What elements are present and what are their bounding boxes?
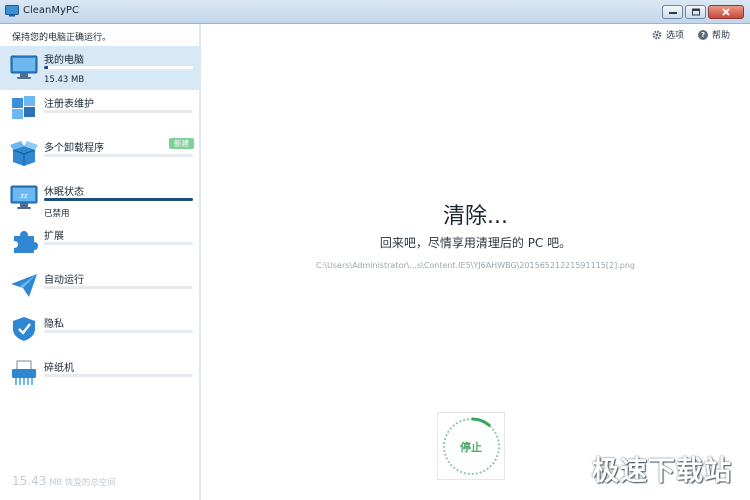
progress-bar <box>44 154 193 157</box>
options-link[interactable]: 选项 <box>652 28 684 41</box>
registry-blocks-icon <box>12 96 35 119</box>
svg-text:zz: zz <box>20 192 28 200</box>
progress-bar <box>44 242 193 245</box>
sidebar-item-label: 注册表维护 <box>44 99 94 110</box>
help-label: 帮助 <box>711 31 730 41</box>
app-logo-icon <box>5 5 19 17</box>
window-title: CleanMyPC <box>23 5 79 16</box>
space-recovered-label: MB 恢复的总空间 <box>49 478 116 488</box>
options-label: 选项 <box>665 31 684 41</box>
stop-button[interactable]: 停止 <box>437 412 505 480</box>
progress-bar <box>44 330 193 333</box>
space-recovered-amount: 15.43 <box>12 474 47 488</box>
sidebar-item-privacy[interactable]: 隐私 <box>0 310 200 354</box>
help-link[interactable]: ? 帮助 <box>697 28 730 41</box>
monitor-icon <box>10 55 38 79</box>
new-badge: 新建 <box>169 138 194 149</box>
help-icon: ? <box>697 29 708 40</box>
gear-icon <box>652 30 662 39</box>
title-bar: CleanMyPC <box>0 0 750 24</box>
sidebar-item-uninstaller[interactable]: 多个卸载程序 新建 <box>0 134 200 178</box>
sidebar-item-extensions[interactable]: 扩展 <box>0 222 200 266</box>
sidebar-item-size: 15.43 MB <box>44 75 85 85</box>
sidebar-item-label: 多个卸载程序 <box>44 143 104 154</box>
stop-button-label: 停止 <box>460 441 482 454</box>
progress-bar <box>44 198 193 201</box>
sidebar-item-label: 扩展 <box>44 231 64 242</box>
open-box-icon <box>10 141 38 166</box>
sleep-monitor-icon: zz <box>10 185 38 209</box>
main-panel: 选项 ? 帮助 清除... 回来吧，尽情享用清理后的 PC 吧。 C:\User… <box>201 24 750 500</box>
sidebar-item-registry[interactable]: 注册表维护 <box>0 90 200 134</box>
sidebar-item-my-computer[interactable]: 我的电脑 15.43 MB <box>0 46 200 90</box>
minimize-button[interactable] <box>662 5 683 19</box>
close-button[interactable] <box>708 5 744 19</box>
paper-plane-icon <box>11 274 37 297</box>
progress-bar <box>44 286 193 289</box>
minimize-icon <box>668 12 677 14</box>
shredder-icon <box>12 360 36 385</box>
current-file-path: C:\Users\Administrator\...s\Content.IE5\… <box>316 261 635 270</box>
sidebar-item-shredder[interactable]: 碎纸机 <box>0 354 200 398</box>
progress-bar <box>44 374 193 377</box>
maximize-icon <box>691 8 700 16</box>
sidebar: 保持您的电脑正确运行。 我的电脑 15.43 MB 注册表维护 多个卸载程序 新… <box>0 24 200 500</box>
sidebar-item-status: 已禁用 <box>44 209 70 219</box>
sidebar-item-label: 休眠状态 <box>44 187 84 198</box>
sidebar-item-autorun[interactable]: 自动运行 <box>0 266 200 310</box>
maximize-button[interactable] <box>685 5 706 19</box>
sidebar-item-label: 隐私 <box>44 319 64 330</box>
sidebar-tagline: 保持您的电脑正确运行。 <box>12 33 112 43</box>
close-icon <box>722 8 730 16</box>
progress-bar <box>44 66 193 69</box>
sidebar-item-label: 碎纸机 <box>44 363 74 374</box>
site-watermark: 极速下载站 <box>592 456 732 487</box>
sidebar-item-hibernation[interactable]: zz 休眠状态 已禁用 <box>0 178 200 222</box>
puzzle-icon <box>14 231 38 253</box>
page-subtitle: 回来吧，尽情享用清理后的 PC 吧。 <box>379 236 572 250</box>
page-title: 清除... <box>443 204 508 229</box>
progress-bar <box>44 110 193 113</box>
sidebar-item-label: 我的电脑 <box>44 55 84 66</box>
shield-icon <box>13 317 35 341</box>
space-recovered-note: 15.43 MB 恢复的总空间 <box>12 474 116 488</box>
sidebar-item-label: 自动运行 <box>44 275 84 286</box>
